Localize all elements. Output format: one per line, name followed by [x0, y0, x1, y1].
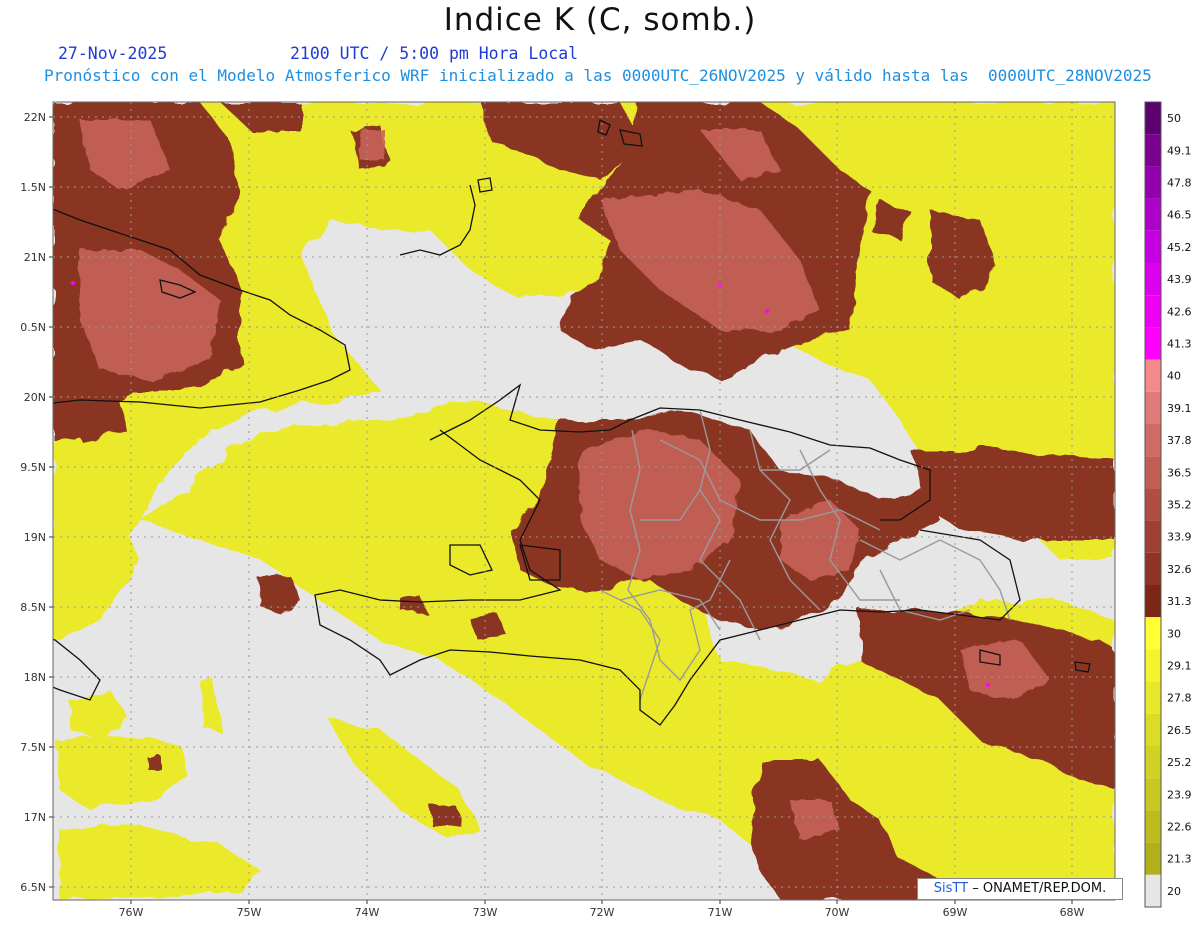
lat-label: 21N — [24, 251, 46, 264]
colorbar-label: 43.9 — [1167, 273, 1192, 286]
colorbar-label: 25.2 — [1167, 756, 1192, 769]
colorbar-label: 45.2 — [1167, 241, 1192, 254]
colorbar-swatch — [1145, 585, 1161, 618]
colorbar-swatch — [1145, 327, 1161, 360]
colorbar-swatch — [1145, 134, 1161, 167]
colorbar-swatch — [1145, 778, 1161, 811]
lon-label: 74W — [355, 906, 380, 919]
lat-label: 0.5N — [20, 321, 46, 334]
lat-label: 7.5N — [20, 741, 46, 754]
k-index-map: 22N 1.5N 21N 0.5N 20N 9.5N 19N 8.5N 18N … — [20, 101, 1192, 919]
colorbar-swatch — [1145, 617, 1161, 650]
colorbar-swatch — [1145, 488, 1161, 521]
lat-label: 20N — [24, 391, 46, 404]
lon-label: 76W — [119, 906, 144, 919]
colorbar-label: 26.5 — [1167, 724, 1192, 737]
colorbar-label: 37.8 — [1167, 434, 1192, 447]
colorbar-label: 30 — [1167, 627, 1181, 640]
colorbar-swatch — [1145, 649, 1161, 682]
colorbar-swatch — [1145, 230, 1161, 263]
colorbar-label: 21.3 — [1167, 853, 1192, 866]
colorbar-label: 31.3 — [1167, 595, 1192, 608]
lon-label: 68W — [1060, 906, 1085, 919]
lon-label: 73W — [473, 906, 498, 919]
colorbar-swatch — [1145, 198, 1161, 231]
attribution-text: – ONAMET/REP.DOM. — [972, 881, 1107, 896]
colorbar-swatch — [1145, 520, 1161, 553]
colorbar-swatch — [1145, 456, 1161, 489]
lat-label: 1.5N — [20, 181, 46, 194]
lon-label: 70W — [825, 906, 850, 919]
colorbar-legend: 50 49.1 47.8 46.5 45.2 43.9 42.6 41.3 40 39.1 37.8… — [1144, 101, 1192, 908]
lat-label: 18N — [24, 671, 46, 684]
colorbar-swatch — [1145, 102, 1161, 135]
colorbar-swatch — [1145, 874, 1161, 907]
colorbar-swatch — [1145, 391, 1161, 424]
colorbar-label: 40 — [1167, 370, 1181, 383]
colorbar-swatch — [1145, 842, 1161, 875]
colorbar-label: 32.6 — [1167, 563, 1192, 576]
lon-label: 71W — [708, 906, 733, 919]
attribution-box: SisTT – ONAMET/REP.DOM. — [917, 878, 1123, 900]
lat-label: 19N — [24, 531, 46, 544]
longitude-labels: 76W 75W 74W 73W 72W 71W 70W 69W 68W — [119, 906, 1085, 919]
brand-logo: SisTT — [933, 881, 969, 896]
lon-label: 75W — [237, 906, 262, 919]
colorbar-label: 27.8 — [1167, 692, 1192, 705]
colorbar-label: 22.6 — [1167, 821, 1192, 834]
lon-label: 72W — [590, 906, 615, 919]
colorbar-label: 20 — [1167, 885, 1181, 898]
colorbar-swatch — [1145, 263, 1161, 296]
colorbar-label: 49.1 — [1167, 144, 1192, 157]
colorbar-swatch — [1145, 295, 1161, 328]
lat-label: 8.5N — [20, 601, 46, 614]
lat-label: 6.5N — [20, 881, 46, 894]
lat-label: 9.5N — [20, 461, 46, 474]
colorbar-swatch — [1145, 713, 1161, 746]
lon-label: 69W — [943, 906, 968, 919]
colorbar-swatch — [1145, 359, 1161, 392]
colorbar-label: 39.1 — [1167, 402, 1192, 415]
colorbar-label: 33.9 — [1167, 531, 1192, 544]
colorbar-label: 41.3 — [1167, 338, 1192, 351]
lat-label: 17N — [24, 811, 46, 824]
colorbar-label: 47.8 — [1167, 177, 1192, 190]
colorbar-label: 35.2 — [1167, 499, 1192, 512]
colorbar-label: 50 — [1167, 112, 1181, 125]
colorbar-label: 46.5 — [1167, 209, 1192, 222]
colorbar-swatch — [1145, 681, 1161, 714]
colorbar-label: 29.1 — [1167, 660, 1192, 673]
colorbar-label: 36.5 — [1167, 466, 1192, 479]
colorbar-swatch — [1145, 552, 1161, 585]
colorbar-label: 42.6 — [1167, 305, 1192, 318]
colorbar-swatch — [1145, 424, 1161, 457]
colorbar-swatch — [1145, 746, 1161, 779]
lat-label: 22N — [24, 111, 46, 124]
colorbar-swatch — [1145, 166, 1161, 199]
colorbar-label: 23.9 — [1167, 788, 1192, 801]
colorbar-swatch — [1145, 810, 1161, 843]
latitude-labels: 22N 1.5N 21N 0.5N 20N 9.5N 19N 8.5N 18N … — [20, 111, 46, 894]
